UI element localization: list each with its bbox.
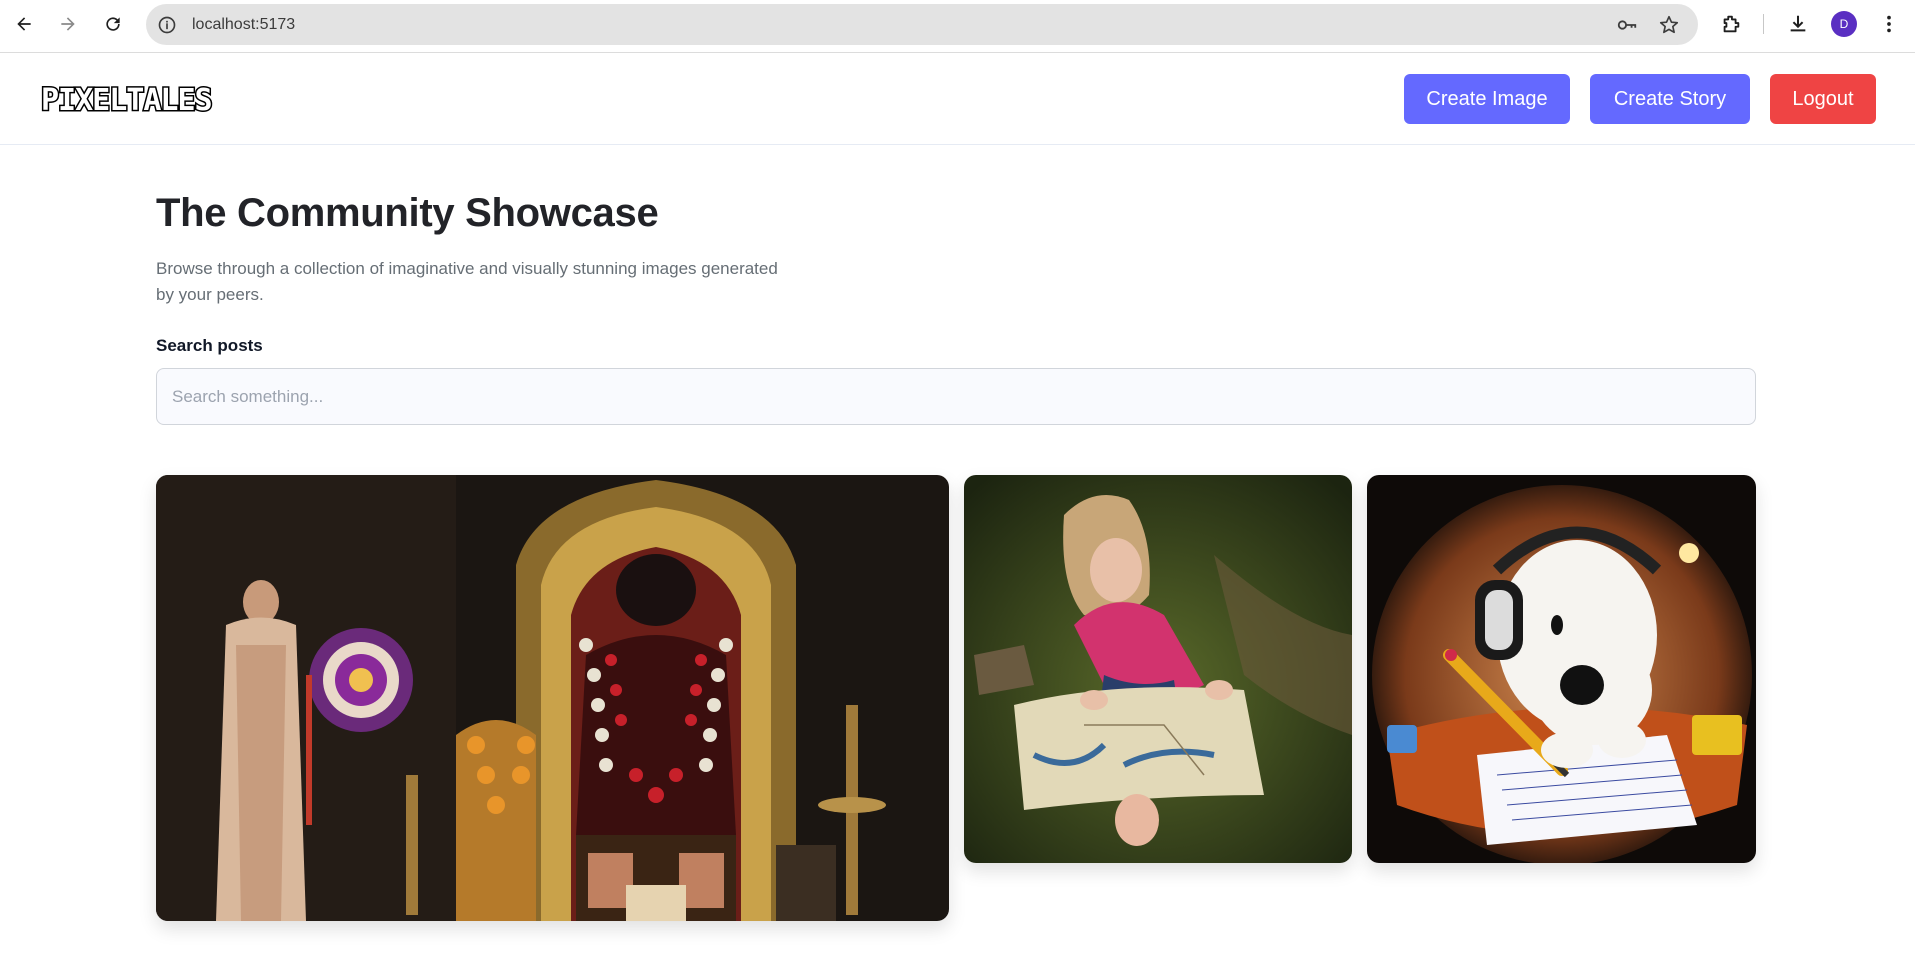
create-image-button[interactable]: Create Image xyxy=(1404,74,1570,124)
password-key-icon[interactable] xyxy=(1616,14,1638,36)
post-card[interactable] xyxy=(964,475,1352,863)
logout-button[interactable]: Logout xyxy=(1770,74,1876,124)
page-subtitle: Browse through a collection of imaginati… xyxy=(156,259,778,304)
page-title: The Community Showcase xyxy=(156,191,659,235)
back-icon xyxy=(17,17,31,31)
app-header: PIXELTALES Create Image Create Story Log… xyxy=(0,54,1915,145)
search-label: Search posts xyxy=(156,336,263,355)
search-input[interactable] xyxy=(156,368,1756,425)
create-story-button[interactable]: Create Story xyxy=(1590,74,1750,124)
download-icon[interactable] xyxy=(1786,12,1810,36)
forward-icon xyxy=(61,17,75,31)
post-card[interactable] xyxy=(156,475,949,921)
menu-dots-icon[interactable] xyxy=(1877,12,1901,36)
toolbar-divider xyxy=(1763,14,1764,34)
girl-with-map-image xyxy=(964,475,1352,863)
forward-button[interactable] xyxy=(54,10,82,38)
pixeltales-logo[interactable]: PIXELTALES xyxy=(39,84,237,116)
extensions-icon[interactable] xyxy=(1719,12,1743,36)
address-bar[interactable]: localhost:5173 xyxy=(146,4,1698,45)
svg-text:PIXELTALES: PIXELTALES xyxy=(41,84,212,116)
browser-toolbar: localhost:5173 D xyxy=(0,0,1915,53)
reload-button[interactable] xyxy=(99,10,127,38)
snoopy-headphones-image xyxy=(1367,475,1756,863)
post-card[interactable] xyxy=(1367,475,1756,863)
temple-deity-image xyxy=(156,475,949,921)
bookmark-star-icon[interactable] xyxy=(1658,14,1680,36)
reload-icon xyxy=(106,17,120,31)
address-url[interactable]: localhost:5173 xyxy=(192,16,295,34)
profile-avatar[interactable]: D xyxy=(1831,11,1857,37)
back-button[interactable] xyxy=(10,10,38,38)
site-info-icon[interactable] xyxy=(156,14,177,35)
